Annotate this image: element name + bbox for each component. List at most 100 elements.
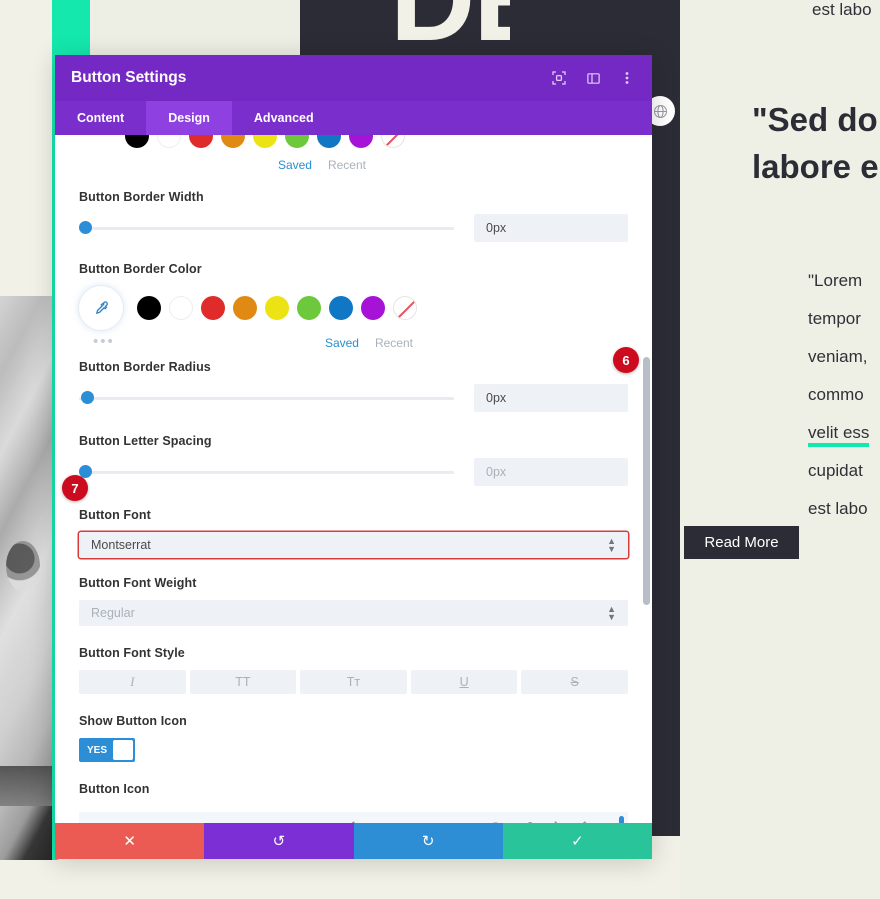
icon-grid-scrollbar[interactable] (619, 816, 624, 823)
swatch-red-2[interactable] (201, 296, 225, 320)
swatch-blue[interactable] (317, 135, 341, 148)
icon-cell[interactable]: ↗ (455, 812, 484, 823)
swatch-black-2[interactable] (137, 296, 161, 320)
recent-link-top[interactable]: Recent (328, 158, 366, 172)
font-weight-label: Button Font Weight (79, 576, 197, 590)
swatch-none-2[interactable] (393, 296, 417, 320)
settings-scrollbar[interactable] (643, 357, 650, 605)
swatch-blue-2[interactable] (329, 296, 353, 320)
border-color-label: Button Border Color (79, 262, 202, 276)
field-border-color: Button Border Color ••• Saved Recent (55, 262, 652, 350)
cancel-button[interactable]: ✕ (55, 823, 205, 859)
swatch-orange[interactable] (221, 135, 245, 148)
tab-content[interactable]: Content (55, 101, 146, 135)
border-color-footer: ••• Saved Recent (79, 333, 628, 351)
border-radius-slider[interactable] (79, 391, 454, 405)
slider-knob-2[interactable] (81, 391, 94, 404)
strikethrough-icon[interactable]: S (521, 670, 628, 694)
icon-cell[interactable]: ⇕ (339, 812, 368, 823)
show-button-icon-toggle[interactable]: YES (79, 738, 135, 762)
letter-spacing-value[interactable]: 0px (474, 458, 628, 486)
para-line-2: veniam, (808, 347, 868, 366)
undo-button[interactable]: ↺ (204, 823, 354, 859)
icon-cell[interactable]: ⌃ (570, 812, 599, 823)
field-show-button-icon: Show Button Icon YES (55, 714, 652, 762)
para-line-0: "Lorem (808, 271, 863, 290)
button-font-select[interactable]: Montserrat ▲ ▼ (79, 532, 628, 558)
icon-cell[interactable]: ↘ (426, 812, 455, 823)
font-weight-select[interactable]: Regular ▲ ▼ (79, 600, 628, 626)
focus-target-icon[interactable] (550, 69, 568, 87)
show-button-icon-label: Show Button Icon (79, 714, 187, 728)
swatch-green-2[interactable] (297, 296, 321, 320)
save-button[interactable]: ✓ (502, 823, 652, 859)
uppercase-icon[interactable]: TT (189, 670, 297, 694)
border-radius-control: 0px (79, 384, 628, 412)
smallcaps-icon[interactable]: Tᴛ (300, 670, 407, 694)
screenshot-root: DE est labo "Sed do labore e "Lorem temp… (0, 0, 880, 899)
field-letter-spacing: Button Letter Spacing 0px (55, 434, 652, 486)
more-vertical-icon[interactable] (618, 69, 636, 87)
letter-spacing-slider[interactable] (79, 465, 454, 479)
icon-cell[interactable]: ⤡ (484, 812, 513, 823)
modal-title: Button Settings (71, 69, 187, 86)
tab-design[interactable]: Design (146, 101, 232, 135)
swatch-purple[interactable] (349, 135, 373, 148)
swatch-green[interactable] (285, 135, 309, 148)
field-button-font: Button Font Montserrat ▲ ▼ (55, 508, 652, 558)
para-line-3: commo (808, 385, 864, 404)
underline-icon[interactable]: U (410, 670, 518, 694)
eyedropper-icon[interactable] (79, 286, 123, 330)
icon-cell[interactable]: ↕ (310, 812, 339, 824)
read-more-button[interactable]: Read More (684, 526, 799, 559)
chevron-updown-icon: ▲ ▼ (607, 536, 616, 554)
slider-knob[interactable] (79, 221, 92, 234)
icon-cell[interactable]: ⤢ (512, 812, 541, 823)
button-icon-grid[interactable]: ↑↓←→↖↗↘↙↕⇕⇌↔↘↗⤡⤢✥⌃⌄‹›⌃⌃⌄⌄«»⌃⌄‹›⌃⌃⌄⌄«»▲▼◀… (79, 812, 628, 823)
modal-tabs: Content Design Advanced (55, 101, 652, 135)
swatch-none[interactable] (381, 135, 405, 148)
swatch-black[interactable] (125, 135, 149, 148)
border-radius-value[interactable]: 0px (474, 384, 628, 412)
icon-cell[interactable]: ⇌ (368, 812, 397, 823)
border-width-slider[interactable] (79, 221, 454, 235)
icon-cell[interactable]: ↖ (195, 812, 224, 823)
swatch-white-2[interactable] (169, 296, 193, 320)
recent-link[interactable]: Recent (375, 336, 413, 350)
more-colors-dots[interactable]: ••• (93, 333, 115, 350)
icon-cell[interactable]: ← (137, 812, 166, 824)
layout-panel-icon[interactable] (584, 69, 602, 87)
icon-cell[interactable]: → (166, 812, 195, 824)
icon-cell[interactable]: ↔ (397, 812, 426, 824)
swatch-orange-2[interactable] (233, 296, 257, 320)
swatch-yellow[interactable] (253, 135, 277, 148)
italic-icon[interactable]: I (79, 670, 186, 694)
field-border-radius: Button Border Radius 0px (55, 360, 652, 412)
saved-link-top[interactable]: Saved (278, 158, 312, 172)
settings-scroll-area[interactable]: Saved Recent Button Border Width 0px But… (55, 135, 652, 823)
saved-link[interactable]: Saved (325, 336, 359, 350)
top-text-fragment: est labo (812, 0, 872, 19)
swatch-purple-2[interactable] (361, 296, 385, 320)
toggle-knob (113, 740, 133, 760)
redo-button[interactable]: ↻ (353, 823, 503, 859)
button-font-value: Montserrat (91, 538, 151, 552)
border-color-swatch-row (79, 286, 628, 330)
icon-cell[interactable]: ↘ (252, 812, 281, 823)
tab-advanced[interactable]: Advanced (232, 101, 336, 135)
border-width-value[interactable]: 0px (474, 214, 628, 242)
quote-line-2: labore e (752, 148, 879, 185)
border-width-control: 0px (79, 214, 628, 242)
swatch-white[interactable] (157, 135, 181, 148)
chevron-updown-icon-2: ▲ ▼ (607, 604, 616, 622)
para-line-6: est labo (808, 499, 868, 518)
icon-cell[interactable]: ↙ (281, 812, 310, 823)
swatch-yellow-2[interactable] (265, 296, 289, 320)
field-font-style: Button Font Style I TT Tᴛ U S (55, 646, 652, 694)
quote-line-1: "Sed do (752, 101, 878, 138)
icon-cell[interactable]: ↗ (223, 812, 252, 823)
swatch-red[interactable] (189, 135, 213, 148)
icon-cell[interactable]: ↑ (79, 812, 108, 824)
icon-cell[interactable]: ↓ (108, 812, 137, 824)
icon-cell[interactable]: ✥ (541, 812, 570, 823)
